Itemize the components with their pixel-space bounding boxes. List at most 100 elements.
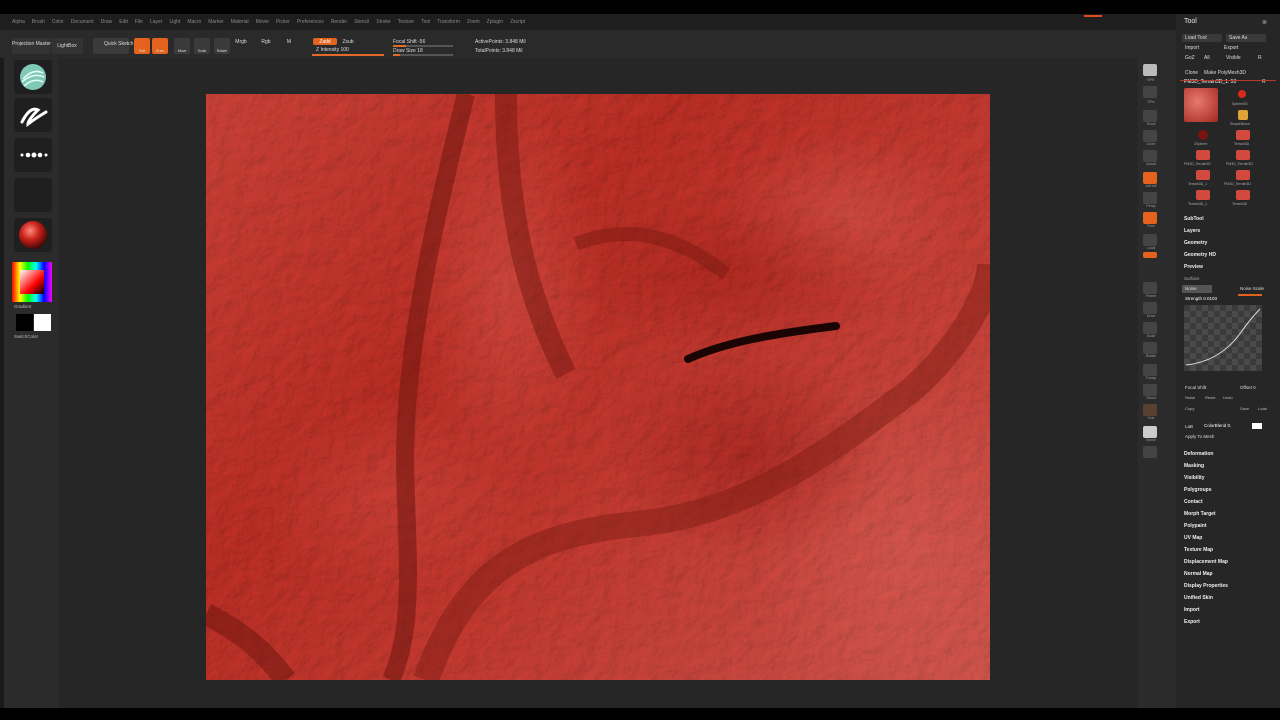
sphere3d-thumbnail[interactable] — [1238, 90, 1246, 98]
zsub-button[interactable]: Zsub — [338, 39, 358, 45]
persp-button[interactable] — [1143, 192, 1157, 204]
current-tool-thumbnail[interactable] — [1184, 88, 1218, 122]
texture-button[interactable] — [14, 178, 52, 212]
pm3d-terrain-thumbnail-3[interactable] — [1236, 170, 1250, 180]
menu-item[interactable]: Picker — [276, 19, 290, 25]
pm3d-terrain-thumbnail-2[interactable] — [1236, 150, 1250, 160]
normal-map-section[interactable]: Normal Map — [1184, 571, 1213, 577]
primary-color-swatch[interactable] — [16, 314, 33, 331]
solo-button[interactable] — [1143, 404, 1157, 416]
menu-item[interactable]: Macro — [187, 19, 201, 25]
focal-shift-slider[interactable]: Focal Shift — [1185, 385, 1206, 390]
menu-item[interactable]: Zplugin — [487, 19, 503, 25]
left-tray-handle[interactable] — [0, 58, 4, 708]
actual-button[interactable] — [1143, 150, 1157, 162]
document-canvas[interactable] — [206, 94, 990, 680]
menu-item[interactable]: Layer — [150, 19, 163, 25]
offset-slider[interactable]: Offset 0 — [1240, 385, 1256, 390]
menu-item[interactable]: Light — [169, 19, 180, 25]
menu-item[interactable]: Movie — [256, 19, 269, 25]
colorblend-slider[interactable]: ColorBlend 0. — [1204, 423, 1231, 428]
draw-size-slider[interactable] — [393, 54, 453, 56]
export-section[interactable]: Export — [1184, 619, 1200, 625]
menu-item[interactable]: Render — [331, 19, 347, 25]
terrain3d-thumbnail[interactable] — [1236, 130, 1250, 140]
geometry-hd-section[interactable]: Geometry HD — [1184, 252, 1216, 258]
simplebrush-thumbnail[interactable] — [1238, 110, 1248, 120]
frame-button[interactable] — [1143, 282, 1157, 294]
menu-item[interactable]: Color — [52, 19, 64, 25]
menu-item[interactable]: Transform — [437, 19, 460, 25]
all-button[interactable]: All — [1204, 55, 1210, 61]
geometry-section[interactable]: Geometry — [1184, 240, 1207, 246]
polygroups-section[interactable]: Polygroups — [1184, 487, 1212, 493]
transp-button[interactable] — [1143, 364, 1157, 376]
preview-section[interactable]: Preview — [1184, 264, 1203, 270]
r-button[interactable]: R — [1258, 55, 1262, 61]
menu-item[interactable]: Stroke — [376, 19, 390, 25]
xpose-button[interactable] — [1143, 426, 1157, 438]
menu-item[interactable]: Edit — [119, 19, 128, 25]
export-button[interactable]: Export — [1224, 45, 1238, 51]
menu-item[interactable]: Alpha — [12, 19, 25, 25]
move-view-button[interactable] — [1143, 302, 1157, 314]
aahalf-button[interactable] — [1143, 172, 1157, 184]
deformation-section[interactable]: Deformation — [1184, 451, 1213, 457]
palette-close-icon[interactable]: ⊗ — [1262, 19, 1267, 26]
contact-section[interactable]: Contact — [1184, 499, 1203, 505]
menu-item[interactable]: Tool — [421, 19, 430, 25]
import-section[interactable]: Import — [1184, 607, 1200, 613]
tool-palette-title[interactable]: Tool — [1184, 18, 1197, 25]
mrgb-button[interactable]: Mrgb — [232, 39, 250, 45]
scroll-button[interactable] — [1143, 110, 1157, 122]
displacement-map-section[interactable]: Displacement Map — [1184, 559, 1228, 565]
zoom-button[interactable] — [1143, 130, 1157, 142]
xyz-button[interactable] — [1143, 252, 1157, 258]
import-button[interactable]: Import — [1185, 45, 1199, 51]
menu-item[interactable]: Zoom — [467, 19, 480, 25]
pm3d-terrain-thumbnail[interactable] — [1196, 150, 1210, 160]
unified-skin-section[interactable]: Unified Skin — [1184, 595, 1213, 601]
alpha-button[interactable] — [14, 138, 52, 172]
rgb-button[interactable]: Rgb — [258, 39, 274, 45]
menu-item[interactable]: Brush — [32, 19, 45, 25]
menu-item[interactable]: Marker — [208, 19, 224, 25]
focal-shift-slider[interactable] — [393, 45, 453, 47]
menu-item[interactable]: File — [135, 19, 143, 25]
z-intensity-slider[interactable] — [312, 54, 384, 56]
menu-item[interactable]: Document — [71, 19, 94, 25]
switch-color-label[interactable]: SwitchColor — [14, 334, 38, 339]
strength-slider[interactable]: Strength 0.0103 — [1185, 296, 1217, 301]
menu-item[interactable]: Texture — [398, 19, 414, 25]
menu-item[interactable]: Zscript — [510, 19, 525, 25]
secondary-color-swatch[interactable] — [34, 314, 51, 331]
subtool-section[interactable]: SubTool — [1184, 216, 1204, 222]
terrain3d-1-thumbnail-2[interactable] — [1196, 190, 1210, 200]
color-picker[interactable] — [12, 262, 52, 302]
scale-view-button[interactable] — [1143, 322, 1157, 334]
surface-section[interactable]: Surface — [1184, 276, 1200, 281]
reset-button[interactable]: Reset — [1205, 395, 1215, 400]
m-button[interactable]: M — [284, 39, 294, 45]
menu-item[interactable]: Stencil — [354, 19, 369, 25]
apply-to-mesh-button[interactable]: Apply To Mesh — [1185, 434, 1214, 439]
load-curve-button[interactable]: Load — [1258, 406, 1267, 411]
morph-target-section[interactable]: Morph Target — [1184, 511, 1216, 517]
local-button[interactable] — [1143, 234, 1157, 246]
noise-curve-editor[interactable] — [1184, 305, 1262, 371]
visible-button[interactable]: Visible — [1226, 55, 1241, 61]
texture-map-section[interactable]: Texture Map — [1184, 547, 1213, 553]
bpr-render-button[interactable] — [1143, 64, 1157, 76]
floor-button[interactable] — [1143, 212, 1157, 224]
uv-map-section[interactable]: UV Map — [1184, 535, 1202, 541]
terrain3d-1-thumbnail[interactable] — [1196, 170, 1210, 180]
noise-scale-button[interactable]: Noise Scale — [1240, 286, 1264, 291]
spix-button[interactable] — [1143, 86, 1157, 98]
save-curve-button[interactable]: Save — [1240, 406, 1249, 411]
masking-section[interactable]: Masking — [1184, 463, 1204, 469]
lab-button[interactable]: LaB — [1185, 424, 1193, 429]
terrain3d-thumbnail-2[interactable] — [1236, 190, 1250, 200]
polypaint-section[interactable]: Polypaint — [1184, 523, 1207, 529]
layers-section[interactable]: Layers — [1184, 228, 1200, 234]
clone-button[interactable]: Clone — [1185, 70, 1198, 76]
